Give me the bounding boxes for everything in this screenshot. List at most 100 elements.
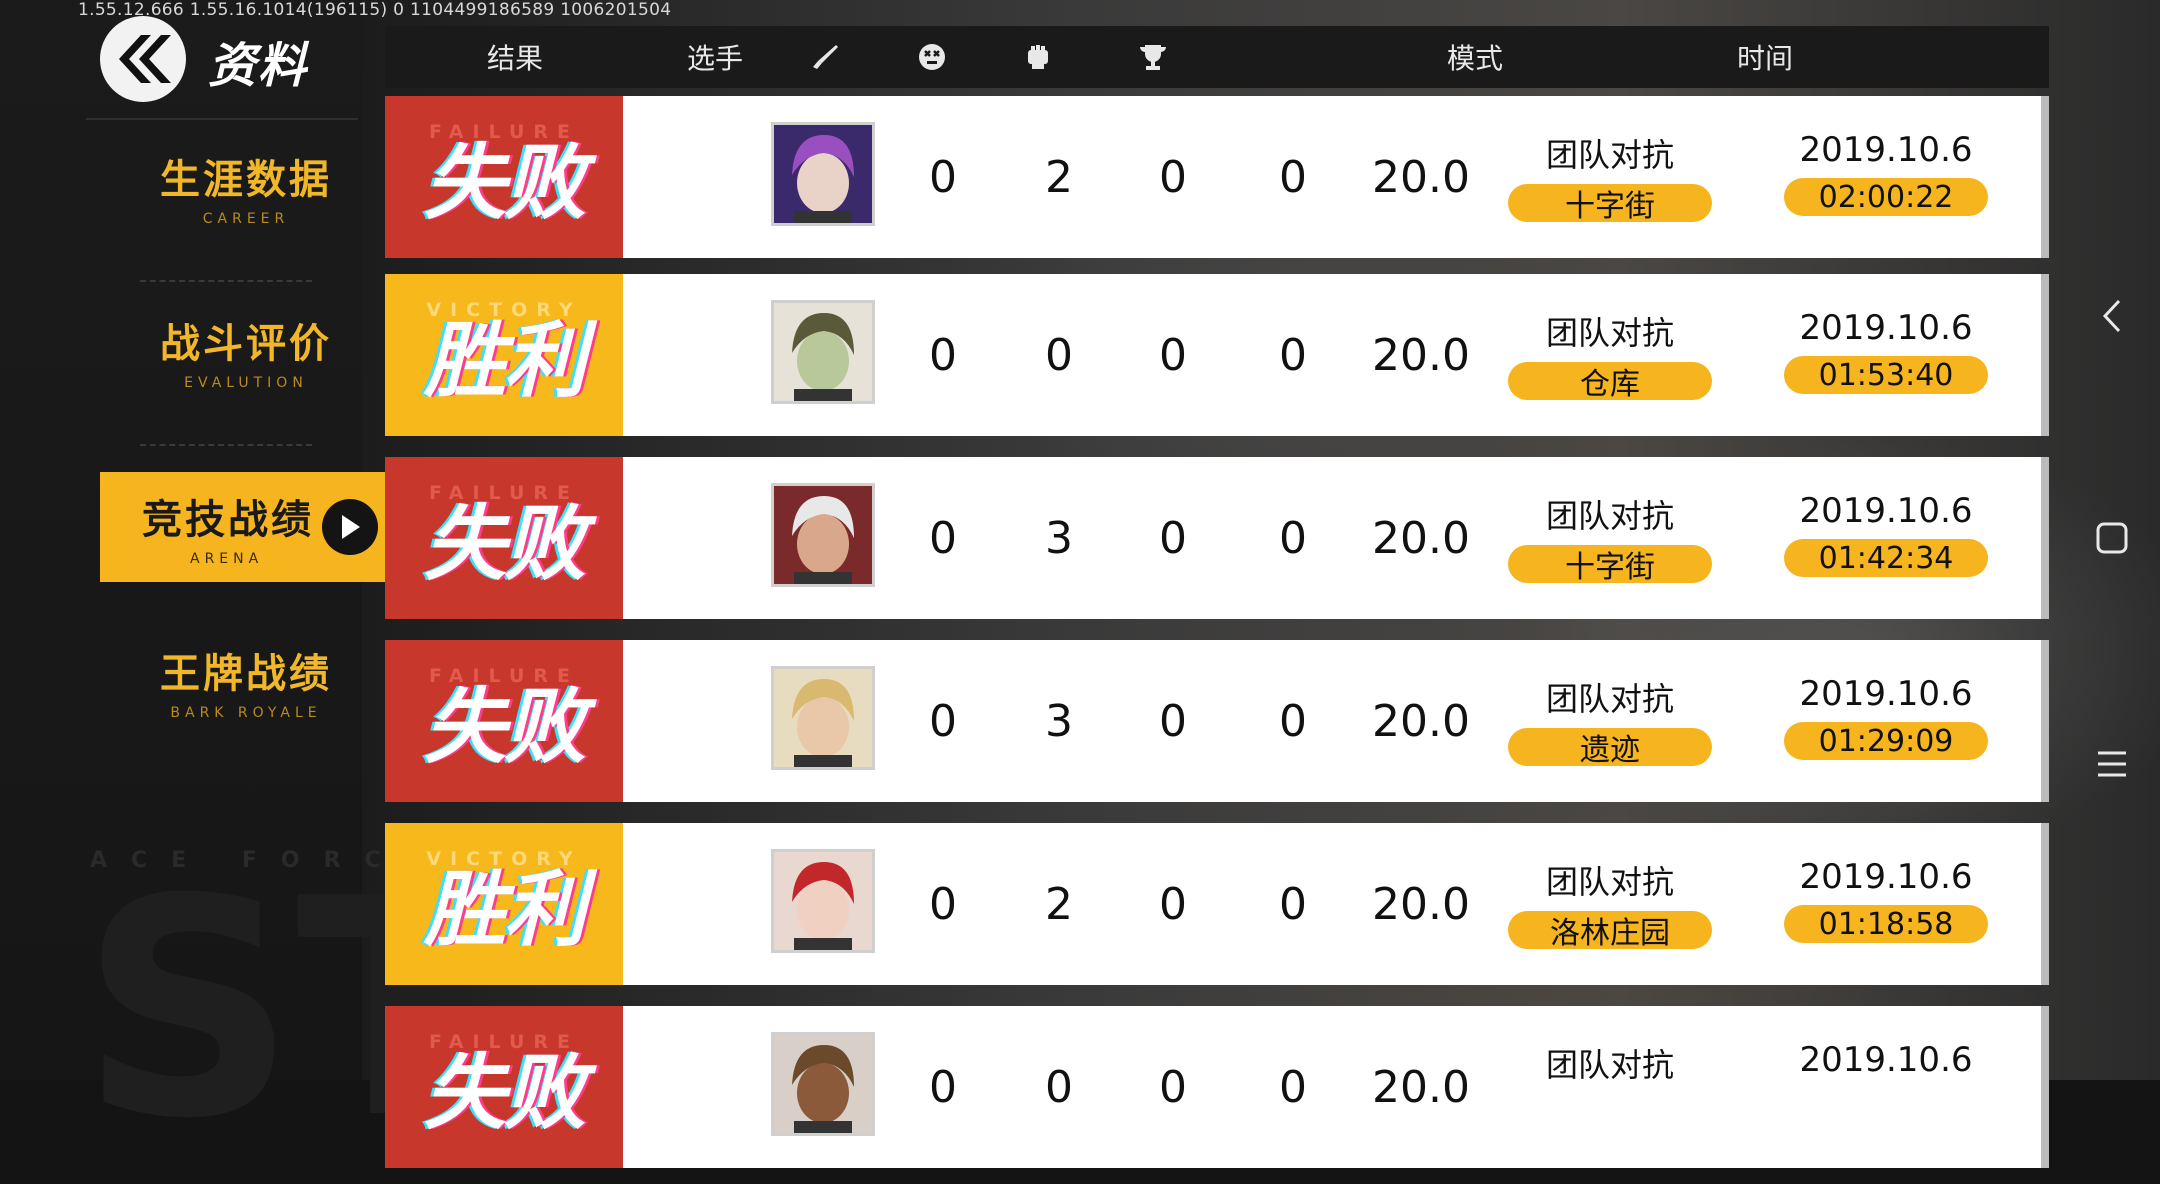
score-value: 20.0 xyxy=(1372,695,1470,747)
kills-value: 0 xyxy=(929,878,957,930)
mode-label: 团队对抗 xyxy=(1545,1046,1674,1084)
result-badge: FAILURE 失败 xyxy=(385,1006,623,1168)
skull-icon xyxy=(902,26,962,88)
match-row[interactable]: VICTORY 胜利 0 2 0 0 20.0 团队对抗 洛林庄园 2019.10… xyxy=(385,823,2049,985)
match-row[interactable]: VICTORY 胜利 0 0 0 0 20.0 团队对抗 仓库 2019.10.6… xyxy=(385,274,2049,436)
player-avatar xyxy=(771,300,875,404)
mvp-value: 0 xyxy=(1279,151,1307,203)
date-label: 2019.10.6 xyxy=(1799,308,1973,348)
nav-label: 竞技战绩 xyxy=(142,497,314,543)
result-badge: FAILURE 失败 xyxy=(385,640,623,802)
row-edge xyxy=(2041,457,2049,619)
mode-label: 团队对抗 xyxy=(1545,680,1674,718)
nav-item-bark-royale[interactable]: 王牌战绩 BARK ROYALE xyxy=(100,626,392,736)
deaths-value: 2 xyxy=(1045,878,1073,930)
play-icon xyxy=(322,499,378,555)
match-row[interactable]: FAILURE 失败 0 0 0 0 20.0 团队对抗 2019.10.6 xyxy=(385,1006,2049,1168)
header-result: 结果 xyxy=(486,42,543,75)
map-badge: 十字街 xyxy=(1508,545,1712,585)
assists-value: 0 xyxy=(1159,695,1187,747)
row-edge xyxy=(2041,1006,2049,1168)
match-row[interactable]: FAILURE 失败 0 3 0 0 20.0 团队对抗 十字街 2019.10.… xyxy=(385,457,2049,619)
date-label: 2019.10.6 xyxy=(1799,491,1973,531)
mvp-value: 0 xyxy=(1279,1061,1307,1113)
match-row[interactable]: FAILURE 失败 0 3 0 0 20.0 团队对抗 遗迹 2019.10.6… xyxy=(385,640,2049,802)
mvp-value: 0 xyxy=(1279,695,1307,747)
map-badge: 遗迹 xyxy=(1508,728,1712,768)
nav-item-arena[interactable]: 竞技战绩 ARENA xyxy=(100,472,392,582)
score-value: 20.0 xyxy=(1372,151,1470,203)
nav-item-career[interactable]: 生涯数据 CAREER xyxy=(100,132,392,242)
score-value: 20.0 xyxy=(1372,512,1470,564)
player-avatar xyxy=(771,849,875,953)
time-badge: 02:00:22 xyxy=(1784,178,1988,216)
time-cell: 2019.10.6 01:53:40 xyxy=(1783,308,1989,394)
nav-separator xyxy=(140,444,312,446)
row-edge xyxy=(2041,274,2049,436)
deaths-value: 3 xyxy=(1045,512,1073,564)
menu-icon[interactable] xyxy=(2090,742,2134,786)
score-value: 20.0 xyxy=(1372,329,1470,381)
mode-cell: 团队对抗 十字街 xyxy=(1507,491,1713,585)
result-zh-label: 失败 xyxy=(424,1046,586,1141)
row-edge xyxy=(2041,640,2049,802)
time-cell: 2019.10.6 xyxy=(1783,1040,1989,1126)
double-chevron-left-icon xyxy=(119,35,171,83)
result-badge: FAILURE 失败 xyxy=(385,457,623,619)
kills-value: 0 xyxy=(929,1061,957,1113)
mvp-value: 0 xyxy=(1279,512,1307,564)
page-title: 资料 xyxy=(208,38,309,94)
assists-value: 0 xyxy=(1159,151,1187,203)
assists-value: 0 xyxy=(1159,329,1187,381)
mode-label: 团队对抗 xyxy=(1545,314,1674,352)
result-badge: FAILURE 失败 xyxy=(385,96,623,258)
result-zh-label: 胜利 xyxy=(424,314,586,409)
result-badge: VICTORY 胜利 xyxy=(385,274,623,436)
nav-label: 战斗评价 xyxy=(160,321,332,367)
result-zh-label: 胜利 xyxy=(424,863,586,958)
trophy-icon xyxy=(1123,26,1183,88)
row-edge xyxy=(2041,96,2049,258)
player-avatar xyxy=(771,666,875,770)
time-badge: 01:18:58 xyxy=(1784,905,1988,943)
score-value: 20.0 xyxy=(1372,878,1470,930)
recents-icon[interactable] xyxy=(2090,516,2134,560)
mode-cell: 团队对抗 遗迹 xyxy=(1507,674,1713,768)
map-badge: 十字街 xyxy=(1508,184,1712,224)
nav-separator xyxy=(140,280,312,282)
assists-value: 0 xyxy=(1159,512,1187,564)
mode-label: 团队对抗 xyxy=(1545,497,1674,535)
mode-cell: 团队对抗 xyxy=(1507,1040,1713,1132)
player-avatar xyxy=(771,1032,875,1136)
mvp-value: 0 xyxy=(1279,878,1307,930)
time-badge: 01:42:34 xyxy=(1784,539,1988,577)
result-zh-label: 失败 xyxy=(424,680,586,775)
system-nav-bar xyxy=(2060,0,2160,1080)
deaths-value: 3 xyxy=(1045,695,1073,747)
header-player: 选手 xyxy=(686,42,743,75)
time-cell: 2019.10.6 01:18:58 xyxy=(1783,857,1989,943)
kills-value: 0 xyxy=(929,329,957,381)
divider xyxy=(86,118,358,120)
date-label: 2019.10.6 xyxy=(1799,857,1973,897)
header-mode: 模式 xyxy=(1446,42,1503,75)
time-badge: 01:29:09 xyxy=(1784,722,1988,760)
deaths-value: 0 xyxy=(1045,329,1073,381)
nav-item-evaluation[interactable]: 战斗评价 EVALUTION xyxy=(100,296,392,406)
back-icon[interactable] xyxy=(2090,294,2134,338)
mode-cell: 团队对抗 仓库 xyxy=(1507,308,1713,402)
result-zh-label: 失败 xyxy=(424,136,586,231)
match-row[interactable]: FAILURE 失败 0 2 0 0 20.0 团队对抗 十字街 2019.10.… xyxy=(385,96,2049,258)
kills-value: 0 xyxy=(929,151,957,203)
player-avatar xyxy=(771,483,875,587)
back-button[interactable] xyxy=(100,16,186,102)
date-label: 2019.10.6 xyxy=(1799,674,1973,714)
fist-icon xyxy=(1008,26,1068,88)
kills-value: 0 xyxy=(929,512,957,564)
mode-cell: 团队对抗 洛林庄园 xyxy=(1507,857,1713,951)
kills-value: 0 xyxy=(929,695,957,747)
date-label: 2019.10.6 xyxy=(1799,130,1973,170)
mode-label: 团队对抗 xyxy=(1545,136,1674,174)
player-avatar xyxy=(771,122,875,226)
score-value: 20.0 xyxy=(1372,1061,1470,1113)
